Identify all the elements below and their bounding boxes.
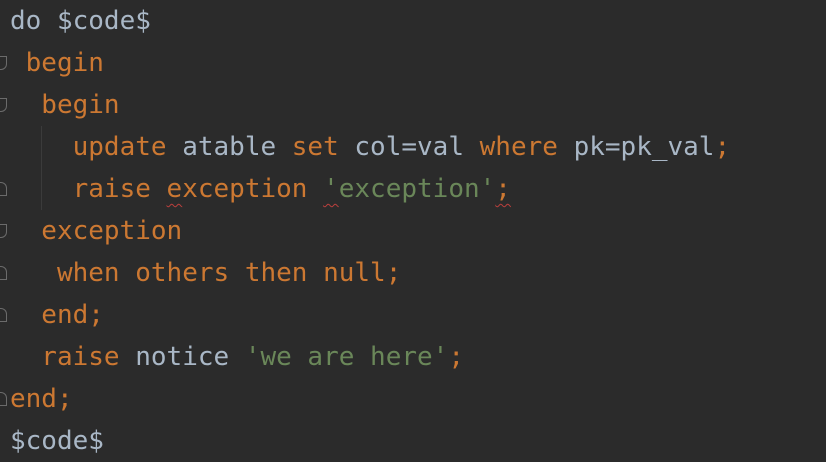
code-token: ; (56, 384, 73, 414)
code-token: exception (10, 216, 183, 246)
code-text: $code$ (10, 420, 104, 462)
code-token: ; (714, 132, 731, 162)
code-token: ; (88, 300, 104, 330)
code-token: 'we are here' (244, 342, 449, 372)
code-token: pk=pk_val (557, 132, 715, 162)
fold-marker-icon[interactable] (0, 56, 7, 70)
code-token: 'exception' (323, 174, 496, 204)
fold-marker-icon[interactable] (0, 98, 7, 112)
code-token: ; (385, 258, 402, 288)
code-token: col=val (338, 132, 480, 162)
code-editor[interactable]: do $code$ begin begin update atable set … (0, 0, 826, 456)
code-token: end (10, 384, 57, 414)
code-token: atable (166, 132, 292, 162)
code-token: notice (119, 342, 245, 372)
code-token: others (119, 258, 245, 288)
code-token: ; (495, 174, 511, 204)
code-token: null (307, 258, 386, 288)
code-token: ; (448, 342, 464, 372)
code-text: update atable set col=val where pk=pk_va… (10, 126, 731, 168)
code-text: begin (10, 84, 120, 126)
code-token: then (244, 258, 308, 288)
code-token: $code$ (56, 6, 151, 36)
fold-marker-icon[interactable] (0, 266, 7, 280)
fold-marker-icon[interactable] (0, 224, 7, 238)
code-text: begin (10, 42, 104, 84)
code-text: end; (10, 294, 104, 336)
fold-marker-icon[interactable] (0, 392, 7, 406)
code-token: begin (10, 90, 120, 120)
code-text: do $code$ (10, 0, 151, 42)
code-token: end (10, 300, 89, 330)
code-text: when others then null; (10, 252, 401, 294)
code-text: end; (10, 378, 73, 420)
code-token: raise (10, 342, 120, 372)
code-token: update (10, 132, 167, 162)
code-token: raise (10, 174, 151, 204)
code-token: set (291, 132, 339, 162)
code-token: when (10, 258, 120, 288)
code-text: exception (10, 210, 182, 252)
code-token: do (10, 6, 57, 36)
code-token: where (479, 132, 558, 162)
fold-marker-icon[interactable] (0, 182, 7, 196)
fold-marker-icon[interactable] (0, 308, 7, 322)
code-token: begin (10, 48, 104, 78)
code-text: raise exception 'exception'; (10, 168, 511, 210)
code-text: raise notice 'we are here'; (10, 336, 464, 378)
code-token: exception (166, 174, 324, 204)
